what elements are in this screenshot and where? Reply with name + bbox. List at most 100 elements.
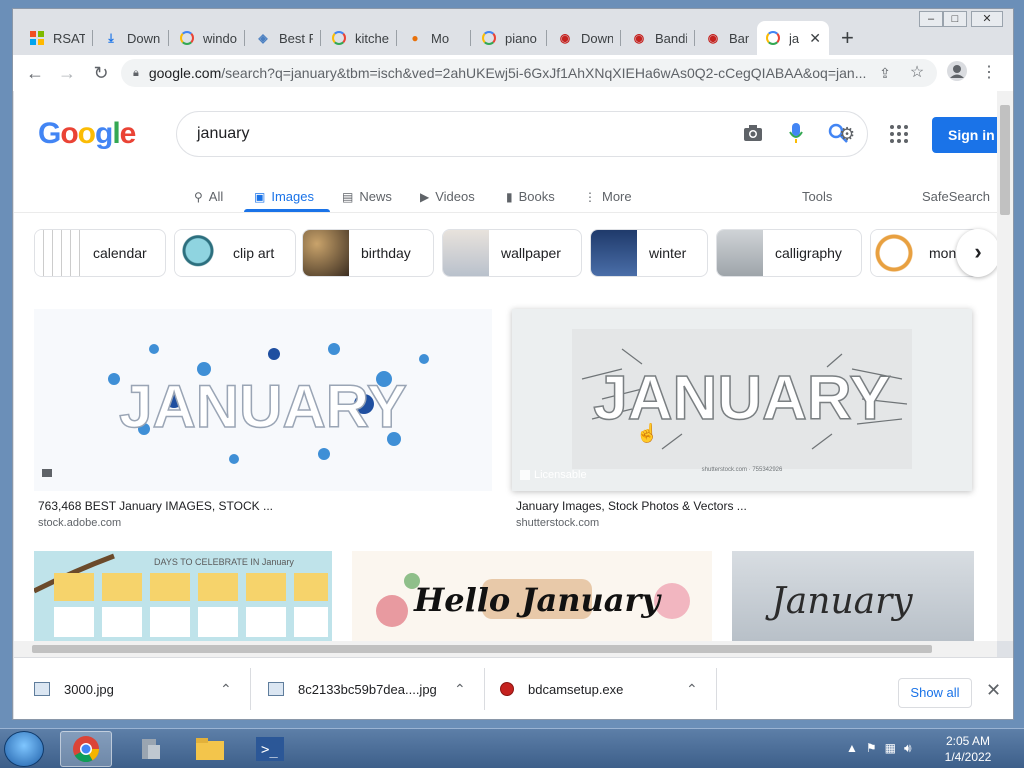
result-source-2[interactable]: shutterstock.com <box>516 517 599 529</box>
url-host: google.com <box>148 65 222 81</box>
windows-logo-icon <box>29 30 45 46</box>
tab-kitchen[interactable]: kitche <box>323 21 397 55</box>
bandicam-icon: ◉ <box>633 31 645 45</box>
book-icon: ▮ <box>506 189 513 204</box>
tab-down-bandicam[interactable]: ◉ Down <box>549 21 621 55</box>
taskbar: >_ ▲ ⚑ ▦ 🔊︎ 2:05 AM 1/4/2022 <box>0 728 1024 768</box>
gear-icon[interactable]: ⚙ <box>839 124 855 145</box>
tab-videos[interactable]: ▶ Videos <box>420 189 475 204</box>
chevron-up-icon[interactable]: ⌃ <box>454 681 466 698</box>
horizontal-scrollbar[interactable] <box>14 641 997 657</box>
image-file-icon <box>34 682 50 696</box>
tab-all[interactable]: ⚲ All <box>194 189 223 204</box>
powershell-icon: >_ <box>256 737 284 761</box>
result-title-2[interactable]: January Images, Stock Photos & Vectors .… <box>516 499 747 513</box>
maximize-button[interactable]: □ <box>943 11 967 27</box>
active-tab-indicator <box>244 209 330 212</box>
show-all-button[interactable]: Show all <box>898 678 972 708</box>
tab-images[interactable]: ▣ Images <box>254 189 314 204</box>
close-tab-icon[interactable]: ✕ <box>809 30 821 47</box>
tab-rsat[interactable]: RSAT <box>21 21 93 55</box>
image-icon: ▣ <box>254 189 266 204</box>
chevron-right-icon[interactable]: › <box>956 229 997 277</box>
tab-piano[interactable]: piano <box>473 21 547 55</box>
bookmark-star-icon[interactable]: ☆ <box>905 61 929 85</box>
result-image-5-text: January <box>764 581 913 622</box>
volume-icon[interactable]: 🔊︎ <box>904 741 912 756</box>
apps-grid-icon[interactable] <box>890 125 908 143</box>
show-hidden-icons-icon[interactable]: ▲ <box>846 741 858 756</box>
chip-thumbnail <box>175 230 221 276</box>
tab-january[interactable]: jar ✕ <box>757 21 829 55</box>
result-source-1[interactable]: stock.adobe.com <box>38 517 121 529</box>
profile-icon[interactable] <box>945 61 969 85</box>
chip-clip-art[interactable]: clip art <box>174 229 296 277</box>
chevron-up-icon[interactable]: ⌃ <box>686 681 698 698</box>
play-icon: ▶ <box>420 189 430 204</box>
minimize-button[interactable]: – <box>919 11 943 27</box>
safesearch-button[interactable]: SafeSearch <box>922 189 990 204</box>
tab-bandicam-2[interactable]: ◉ Bandi <box>697 21 757 55</box>
clock[interactable]: 2:05 AM 1/4/2022 <box>938 733 998 765</box>
close-download-bar-icon[interactable]: ✕ <box>986 680 1001 701</box>
tab-more[interactable]: ⋮ More <box>584 189 632 204</box>
forward-button[interactable]: → <box>55 61 79 85</box>
address-bar[interactable]: 🔒︎ google.com/search?q=january&tbm=isch&… <box>121 59 937 87</box>
image-badge-icon <box>42 469 52 477</box>
download-item-1[interactable]: 3000.jpg ⌃ <box>34 674 234 704</box>
result-image-1[interactable]: JANUARY <box>34 309 492 491</box>
chip-winter[interactable]: winter <box>590 229 708 277</box>
vertical-scrollbar[interactable] <box>997 91 1013 641</box>
google-icon <box>331 30 347 46</box>
result-title-1[interactable]: 763,468 BEST January IMAGES, STOCK ... <box>38 499 273 513</box>
chip-calligraphy[interactable]: calligraphy <box>716 229 862 277</box>
download-item-3[interactable]: bdcamsetup.exe ⌃ <box>500 674 716 704</box>
taskbar-server-manager[interactable] <box>124 731 176 767</box>
folder-icon <box>196 738 224 760</box>
tab-mo[interactable]: ● Mo <box>399 21 471 55</box>
network-icon[interactable]: ▦ <box>885 741 896 756</box>
tab-news[interactable]: ▤ News <box>342 189 392 204</box>
tab-bandicam-1[interactable]: ◉ Bandi <box>623 21 695 55</box>
taskbar-powershell[interactable]: >_ <box>244 731 296 767</box>
tab-downloads[interactable]: ⤓ Downl <box>95 21 169 55</box>
camera-icon[interactable] <box>743 124 763 147</box>
licensable-badge: Licensable <box>520 469 587 481</box>
bandicam-icon: ◉ <box>559 31 571 45</box>
result-image-1-text: JANUARY <box>119 373 407 440</box>
microphone-icon[interactable] <box>789 122 803 149</box>
result-image-4-text: Hello January <box>413 581 662 619</box>
share-icon[interactable]: ⇪ <box>873 61 897 85</box>
download-bar: 3000.jpg ⌃ 8c2133bc59b7dea....jpg ⌃ bdca… <box>14 657 1013 719</box>
download-item-2[interactable]: 8c2133bc59b7dea....jpg ⌃ <box>268 674 468 704</box>
tab-books[interactable]: ▮ Books <box>506 189 555 204</box>
tab-strip: – □ ✕ RSAT ⤓ Downl windo ◈ Best F kitche… <box>13 9 1013 55</box>
chip-birthday[interactable]: birthday <box>302 229 434 277</box>
close-window-button[interactable]: ✕ <box>971 11 1003 27</box>
taskbar-explorer[interactable] <box>184 731 236 767</box>
result-image-5[interactable]: January <box>732 551 974 641</box>
search-input[interactable]: january ⚙ <box>176 111 868 157</box>
action-center-icon[interactable]: ⚑ <box>866 741 877 756</box>
back-button[interactable]: ← <box>23 61 47 85</box>
news-icon: ▤ <box>342 189 354 204</box>
chevron-up-icon[interactable]: ⌃ <box>220 681 232 698</box>
start-button[interactable] <box>4 731 44 767</box>
result-image-4[interactable]: Hello January <box>352 551 712 641</box>
chip-calendar[interactable]: calendar <box>34 229 166 277</box>
taskbar-chrome[interactable] <box>60 731 112 767</box>
search-tabs: ⚲ All ▣ Images ▤ News ▶ Videos ▮ Books ⋮ More … <box>14 175 997 213</box>
menu-icon[interactable]: ⋮ <box>977 61 1001 85</box>
google-logo[interactable]: Google <box>38 117 136 151</box>
sign-in-button[interactable]: Sign in <box>932 117 997 153</box>
chip-thumbnail <box>871 230 917 276</box>
tools-button[interactable]: Tools <box>802 189 832 204</box>
chip-wallpaper[interactable]: wallpaper <box>442 229 582 277</box>
tab-windows[interactable]: windo <box>171 21 245 55</box>
result-image-3[interactable]: DAYS TO CELEBRATE IN January <box>34 551 332 641</box>
tab-best[interactable]: ◈ Best F <box>247 21 321 55</box>
result-image-2[interactable]: JANUARY shutterstock.com · 755342926 Lic… <box>512 309 972 491</box>
reload-button[interactable]: ↻ <box>89 61 113 85</box>
new-tab-button[interactable]: + <box>841 25 854 51</box>
watermark-text: shutterstock.com · 755342926 <box>702 467 783 473</box>
